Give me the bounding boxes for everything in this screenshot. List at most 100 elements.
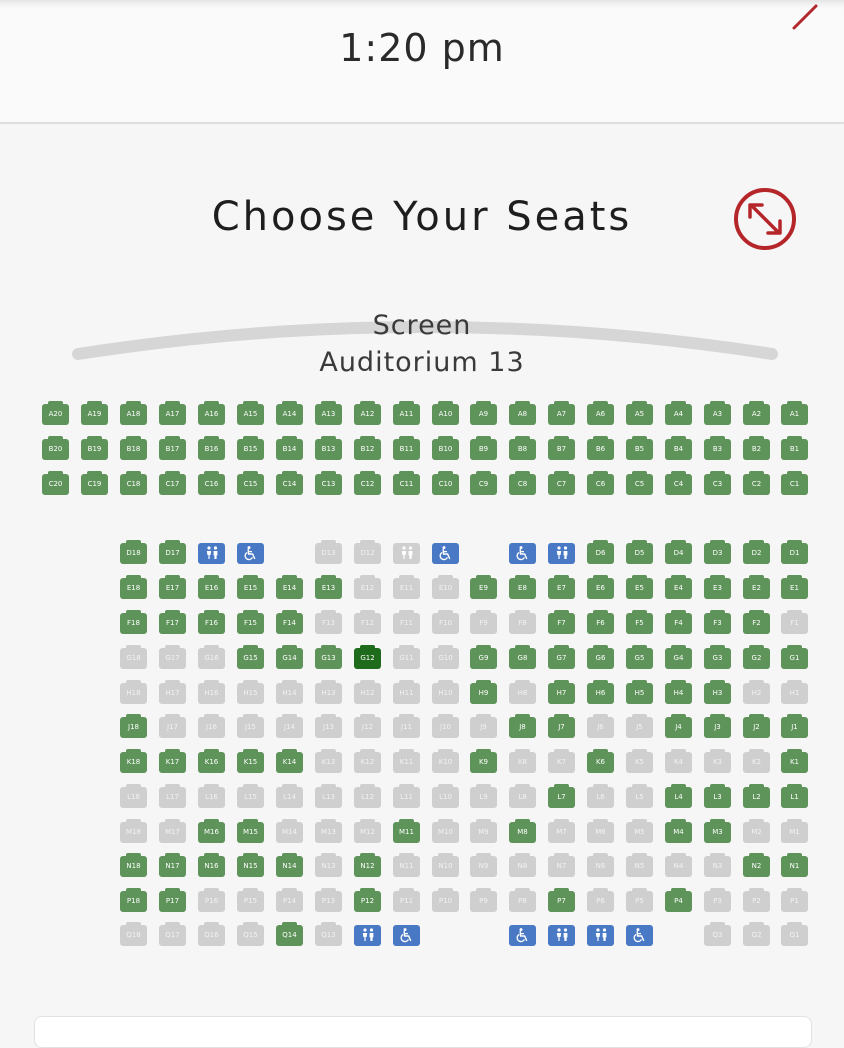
seat-m3[interactable]: M3 bbox=[704, 819, 731, 843]
seat-e14[interactable]: E14 bbox=[276, 575, 303, 599]
seat-a6[interactable]: A6 bbox=[587, 401, 614, 425]
seat-n17[interactable]: N17 bbox=[159, 853, 186, 877]
seat-c4[interactable]: C4 bbox=[665, 471, 692, 495]
seat-k15[interactable]: K15 bbox=[237, 749, 264, 773]
seat-g13[interactable]: G13 bbox=[315, 645, 342, 669]
seat-b18[interactable]: B18 bbox=[120, 436, 147, 460]
seat-a14[interactable]: A14 bbox=[276, 401, 303, 425]
wheelchair-seat[interactable] bbox=[626, 925, 653, 946]
seat-j3[interactable]: J3 bbox=[704, 714, 731, 738]
seat-m16[interactable]: M16 bbox=[198, 819, 225, 843]
wheelchair-seat[interactable] bbox=[237, 543, 264, 564]
seat-f16[interactable]: F16 bbox=[198, 610, 225, 634]
seat-g9[interactable]: G9 bbox=[470, 645, 497, 669]
seat-k16[interactable]: K16 bbox=[198, 749, 225, 773]
seat-b14[interactable]: B14 bbox=[276, 436, 303, 460]
seat-f17[interactable]: F17 bbox=[159, 610, 186, 634]
seat-e1[interactable]: E1 bbox=[781, 575, 808, 599]
seat-h4[interactable]: H4 bbox=[665, 680, 692, 704]
seat-c18[interactable]: C18 bbox=[120, 471, 147, 495]
wheelchair-seat[interactable] bbox=[432, 543, 459, 564]
seat-a8[interactable]: A8 bbox=[509, 401, 536, 425]
seat-b12[interactable]: B12 bbox=[354, 436, 381, 460]
seat-e7[interactable]: E7 bbox=[548, 575, 575, 599]
seat-a1[interactable]: A1 bbox=[781, 401, 808, 425]
seat-b15[interactable]: B15 bbox=[237, 436, 264, 460]
seat-g2[interactable]: G2 bbox=[743, 645, 770, 669]
seat-p17[interactable]: P17 bbox=[159, 888, 186, 912]
seat-a9[interactable]: A9 bbox=[470, 401, 497, 425]
seat-e15[interactable]: E15 bbox=[237, 575, 264, 599]
seat-g1[interactable]: G1 bbox=[781, 645, 808, 669]
seat-f4[interactable]: F4 bbox=[665, 610, 692, 634]
seat-c3[interactable]: C3 bbox=[704, 471, 731, 495]
seat-b16[interactable]: B16 bbox=[198, 436, 225, 460]
seat-d6[interactable]: D6 bbox=[587, 540, 614, 564]
seat-d4[interactable]: D4 bbox=[665, 540, 692, 564]
seat-d18[interactable]: D18 bbox=[120, 540, 147, 564]
companion-seat[interactable] bbox=[354, 925, 381, 946]
seat-d1[interactable]: D1 bbox=[781, 540, 808, 564]
seat-m15[interactable]: M15 bbox=[237, 819, 264, 843]
seat-h9[interactable]: H9 bbox=[470, 680, 497, 704]
seat-b7[interactable]: B7 bbox=[548, 436, 575, 460]
seat-c13[interactable]: C13 bbox=[315, 471, 342, 495]
seat-f5[interactable]: F5 bbox=[626, 610, 653, 634]
seat-b13[interactable]: B13 bbox=[315, 436, 342, 460]
seat-e9[interactable]: E9 bbox=[470, 575, 497, 599]
seat-e17[interactable]: E17 bbox=[159, 575, 186, 599]
seat-d3[interactable]: D3 bbox=[704, 540, 731, 564]
seat-d5[interactable]: D5 bbox=[626, 540, 653, 564]
seat-p18[interactable]: P18 bbox=[120, 888, 147, 912]
seat-q14[interactable]: Q14 bbox=[276, 922, 303, 946]
seat-j7[interactable]: J7 bbox=[548, 714, 575, 738]
seat-f15[interactable]: F15 bbox=[237, 610, 264, 634]
seat-a3[interactable]: A3 bbox=[704, 401, 731, 425]
seat-n12[interactable]: N12 bbox=[354, 853, 381, 877]
seat-b6[interactable]: B6 bbox=[587, 436, 614, 460]
seat-g8[interactable]: G8 bbox=[509, 645, 536, 669]
seat-e13[interactable]: E13 bbox=[315, 575, 342, 599]
seat-a18[interactable]: A18 bbox=[120, 401, 147, 425]
seat-e4[interactable]: E4 bbox=[665, 575, 692, 599]
seat-p7[interactable]: P7 bbox=[548, 888, 575, 912]
seat-k9[interactable]: K9 bbox=[470, 749, 497, 773]
seat-a15[interactable]: A15 bbox=[237, 401, 264, 425]
seat-e6[interactable]: E6 bbox=[587, 575, 614, 599]
seat-j18[interactable]: J18 bbox=[120, 714, 147, 738]
seat-g15[interactable]: G15 bbox=[237, 645, 264, 669]
seat-l1[interactable]: L1 bbox=[781, 784, 808, 808]
seat-f7[interactable]: F7 bbox=[548, 610, 575, 634]
seat-g3[interactable]: G3 bbox=[704, 645, 731, 669]
companion-seat[interactable] bbox=[548, 925, 575, 946]
seat-c12[interactable]: C12 bbox=[354, 471, 381, 495]
seat-d2[interactable]: D2 bbox=[743, 540, 770, 564]
seat-c9[interactable]: C9 bbox=[470, 471, 497, 495]
seat-b11[interactable]: B11 bbox=[393, 436, 420, 460]
wheelchair-seat[interactable] bbox=[509, 543, 536, 564]
seat-j2[interactable]: J2 bbox=[743, 714, 770, 738]
seat-a13[interactable]: A13 bbox=[315, 401, 342, 425]
seat-m4[interactable]: M4 bbox=[665, 819, 692, 843]
seat-c11[interactable]: C11 bbox=[393, 471, 420, 495]
seat-j4[interactable]: J4 bbox=[665, 714, 692, 738]
seat-a5[interactable]: A5 bbox=[626, 401, 653, 425]
seat-g5[interactable]: G5 bbox=[626, 645, 653, 669]
seat-n1[interactable]: N1 bbox=[781, 853, 808, 877]
seat-a7[interactable]: A7 bbox=[548, 401, 575, 425]
seat-b2[interactable]: B2 bbox=[743, 436, 770, 460]
seat-l7[interactable]: L7 bbox=[548, 784, 575, 808]
seat-a10[interactable]: A10 bbox=[432, 401, 459, 425]
seat-d17[interactable]: D17 bbox=[159, 540, 186, 564]
seat-f6[interactable]: F6 bbox=[587, 610, 614, 634]
seat-n14[interactable]: N14 bbox=[276, 853, 303, 877]
seat-e5[interactable]: E5 bbox=[626, 575, 653, 599]
seat-b20[interactable]: B20 bbox=[42, 436, 69, 460]
seat-c14[interactable]: C14 bbox=[276, 471, 303, 495]
seat-c6[interactable]: C6 bbox=[587, 471, 614, 495]
seat-b4[interactable]: B4 bbox=[665, 436, 692, 460]
seat-b3[interactable]: B3 bbox=[704, 436, 731, 460]
seat-f2[interactable]: F2 bbox=[743, 610, 770, 634]
seat-p4[interactable]: P4 bbox=[665, 888, 692, 912]
seat-n16[interactable]: N16 bbox=[198, 853, 225, 877]
